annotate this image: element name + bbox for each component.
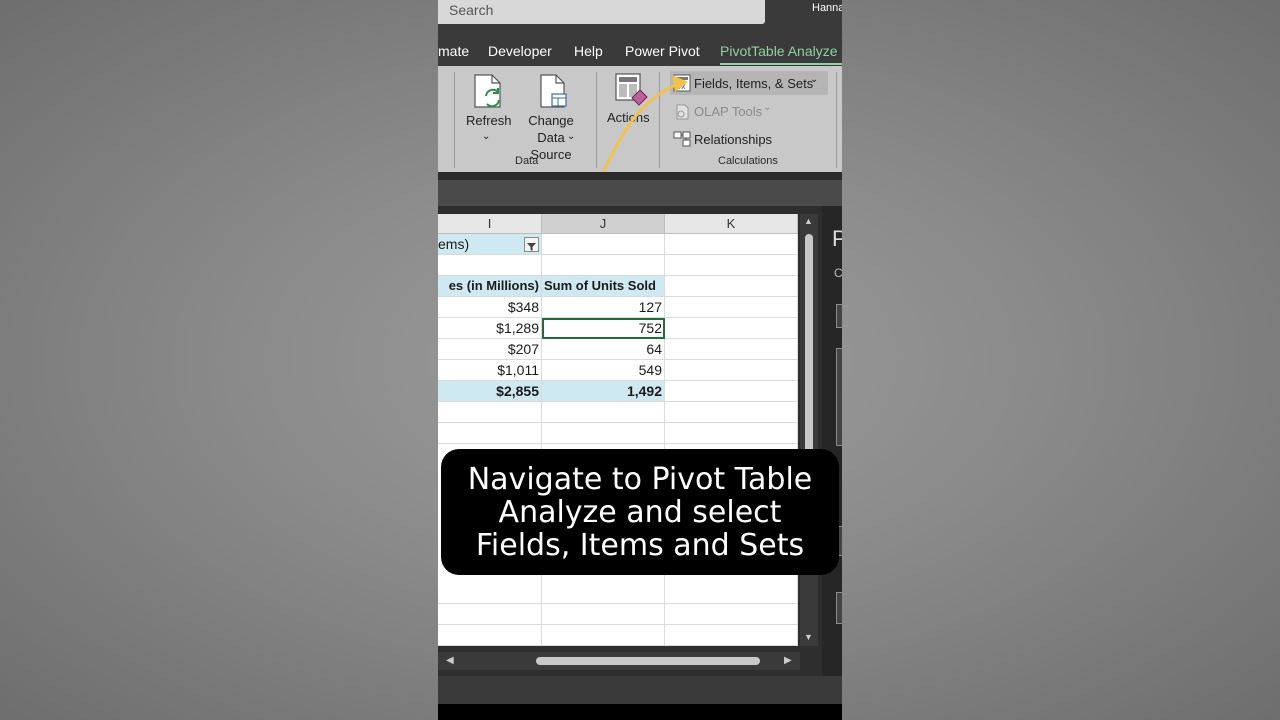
pivot-units-cell[interactable]: 64 [542,339,665,360]
pane-subtitle: C [834,266,842,280]
ribbon-tabs: mate Developer Help Power Pivot PivotTab… [438,28,842,66]
grid-cell[interactable] [438,402,542,423]
pivot-filter-cell[interactable]: ems) [438,234,542,255]
tab-help[interactable]: Help [574,43,603,59]
grid-cell[interactable] [542,255,665,276]
grid-cell[interactable] [542,402,665,423]
title-bar: Search Hanna [438,0,842,28]
grid-cell[interactable] [438,604,542,625]
scroll-up-icon[interactable]: ▲ [804,216,813,226]
grid-cell[interactable] [438,255,542,276]
pivot-header-units[interactable]: Sum of Units Sold [542,276,665,297]
worksheet-area: I J K ems) es (in Millions) Sum of Units… [438,206,842,676]
grid-cell[interactable] [665,318,798,339]
grid-cell[interactable] [665,604,798,625]
search-input[interactable]: Search [438,0,765,24]
grid-cell[interactable] [438,625,542,646]
grid-cell[interactable] [665,625,798,646]
pivot-header-sales[interactable]: es (in Millions) [438,276,542,297]
pivot-sales-cell[interactable]: $207 [438,339,542,360]
annotation-arrow [602,75,688,172]
pivot-sales-cell[interactable]: $348 [438,297,542,318]
pivot-units-cell[interactable]: 549 [542,360,665,381]
grid-cell[interactable] [665,255,798,276]
pivot-units-cell[interactable]: 127 [542,297,665,318]
pivot-total-sales[interactable]: $2,855 [438,381,542,402]
ribbon: Refresh ⌄ Change Data Source ⌄ Data Acti… [438,66,842,172]
pane-field-list[interactable] [836,348,842,446]
grid-cell[interactable] [542,604,665,625]
pane-title: P [832,226,842,251]
tab-developer[interactable]: Developer [488,43,552,59]
user-name[interactable]: Hanna [812,2,842,14]
column-header-j[interactable]: J [542,214,665,234]
chevron-down-icon: ⌄ [763,102,772,113]
tab-power-pivot[interactable]: Power Pivot [625,43,700,59]
chevron-down-icon: ⌄ [567,131,576,142]
refresh-label: Refresh [466,113,512,128]
pane-search-box[interactable] [836,304,842,328]
change-data-source-icon [540,74,567,108]
chevron-down-icon: ⌄ [482,131,491,142]
vertical-scrollbar[interactable]: ▲ ▼ [800,214,818,646]
grid-cell[interactable] [665,234,798,255]
grid-cell[interactable] [542,625,665,646]
horizontal-scroll-thumb[interactable] [536,657,760,665]
column-header-i[interactable]: I [438,214,542,234]
search-placeholder: Search [449,2,494,18]
grid-cell[interactable] [542,423,665,444]
bottom-edge [438,704,842,720]
scroll-down-icon[interactable]: ▼ [804,632,813,642]
grid-cell[interactable] [665,423,798,444]
pivot-total-units[interactable]: 1,492 [542,381,665,402]
grid-cell[interactable] [665,381,798,402]
active-tab-underline [720,63,842,65]
grid-cell[interactable] [665,297,798,318]
ribbon-bottom-strip [438,172,842,180]
scroll-left-icon[interactable]: ◀ [446,655,454,666]
tab-automate[interactable]: mate [438,43,469,59]
status-bar [438,676,842,704]
group-separator [454,72,455,168]
scroll-right-icon[interactable]: ▶ [784,655,792,666]
formula-bar[interactable] [438,180,842,206]
active-cell[interactable]: 752 [542,318,665,339]
caption-text: Navigate to Pivot Table Analyze and sele… [467,461,813,563]
chevron-down-icon: ⌄ [810,74,819,85]
vertical-scroll-thumb[interactable] [805,234,813,454]
group-separator [836,72,837,168]
group-separator [596,72,597,168]
grid-cell[interactable] [438,423,542,444]
caption-box: Navigate to Pivot Table Analyze and sele… [441,449,839,575]
grid-cell[interactable] [542,234,665,255]
pivot-sales-cell[interactable]: $1,011 [438,360,542,381]
grid-cell[interactable] [665,402,798,423]
grid-cell[interactable] [665,276,798,297]
filter-value: ems) [438,236,470,252]
pivot-field-pane: P C [822,206,842,676]
pane-area-box[interactable] [836,592,842,624]
pivot-sales-cell[interactable]: $1,289 [438,318,542,339]
column-header-k[interactable]: K [665,214,798,234]
data-group-label: Data [515,155,539,167]
grid-cell[interactable] [665,360,798,381]
tab-pivottable-analyze[interactable]: PivotTable Analyze [720,43,838,59]
excel-window: Search Hanna mate Developer Help Power P… [438,0,842,720]
filter-dropdown-icon[interactable] [524,237,539,252]
horizontal-scrollbar[interactable]: ◀ ▶ [438,652,800,670]
refresh-icon [474,74,501,108]
grid-cell[interactable] [665,339,798,360]
cell-grid[interactable]: ems) es (in Millions) Sum of Units Sold … [438,234,798,646]
